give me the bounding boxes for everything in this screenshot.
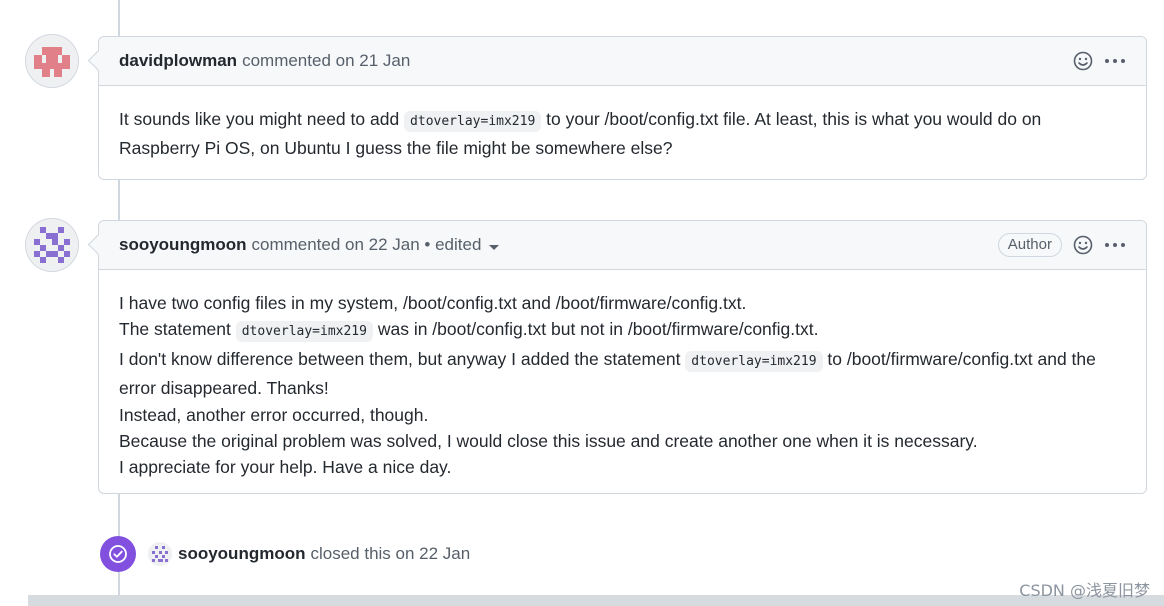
text-segment: I don't know difference between them, bu…	[119, 348, 686, 369]
comment-meta[interactable]: commented on 22 Jan • edited	[251, 235, 481, 255]
comment-paragraph: It sounds like you might need to add dto…	[119, 106, 1126, 162]
comment-line: Instead, another error occurred, though.	[119, 404, 429, 425]
kebab-horizontal-icon[interactable]	[1104, 50, 1126, 72]
avatar-sooyoungmoon[interactable]	[26, 219, 78, 271]
comment-body: It sounds like you might need to add dto…	[99, 86, 1146, 175]
comment-line: Because the original problem was solved,…	[119, 431, 978, 452]
text-segment: was in /boot/config.txt but not in /boot…	[372, 319, 819, 340]
actor-avatar[interactable]	[148, 542, 172, 566]
edit-history-caret-icon[interactable]	[489, 244, 500, 250]
comment-line: I have two config files in my system, /b…	[119, 293, 747, 313]
comment-header: sooyoungmoon commented on 22 Jan • edite…	[99, 221, 1146, 270]
watermark: CSDN @浅夏旧梦	[1019, 581, 1150, 600]
header-actions	[1072, 50, 1126, 72]
closed-event: sooyoungmoon closed this on 22 Jan	[100, 536, 470, 572]
author-link[interactable]: davidplowman	[119, 51, 237, 71]
kebab-horizontal-icon[interactable]	[1104, 234, 1126, 256]
author-link[interactable]: sooyoungmoon	[119, 235, 246, 255]
comment-body: I have two config files in my system, /b…	[99, 270, 1146, 494]
comment-sooyoungmoon: sooyoungmoon commented on 22 Jan • edite…	[98, 220, 1147, 494]
event-text[interactable]: closed this on 22 Jan	[310, 544, 470, 564]
comment-davidplowman: davidplowman commented on 21 Jan It soun…	[98, 36, 1147, 180]
header-actions: Author	[997, 233, 1126, 257]
comment-meta[interactable]: commented on 21 Jan	[242, 51, 410, 71]
smiley-icon[interactable]	[1072, 50, 1094, 72]
comment-line: I appreciate for your help. Have a nice …	[119, 457, 452, 478]
comment-header: davidplowman commented on 21 Jan	[99, 37, 1146, 86]
smiley-icon[interactable]	[1072, 234, 1094, 256]
author-badge: Author	[997, 233, 1062, 257]
inline-code: dtoverlay=imx219	[404, 111, 542, 132]
text-segment: The statement	[119, 319, 236, 340]
avatar-davidplowman[interactable]	[26, 35, 78, 87]
comment-line: I don't know difference between them, bu…	[119, 346, 1126, 402]
inline-code: dtoverlay=imx219	[685, 350, 823, 372]
text-segment: It sounds like you might need to add	[119, 109, 405, 129]
inline-code: dtoverlay=imx219	[235, 321, 373, 343]
issue-closed-check-icon	[100, 536, 136, 572]
event-actor-link[interactable]: sooyoungmoon	[178, 544, 305, 564]
bottom-divider	[28, 595, 1164, 606]
comment-line: The statement dtoverlay=imx219 was in /b…	[119, 316, 1126, 345]
